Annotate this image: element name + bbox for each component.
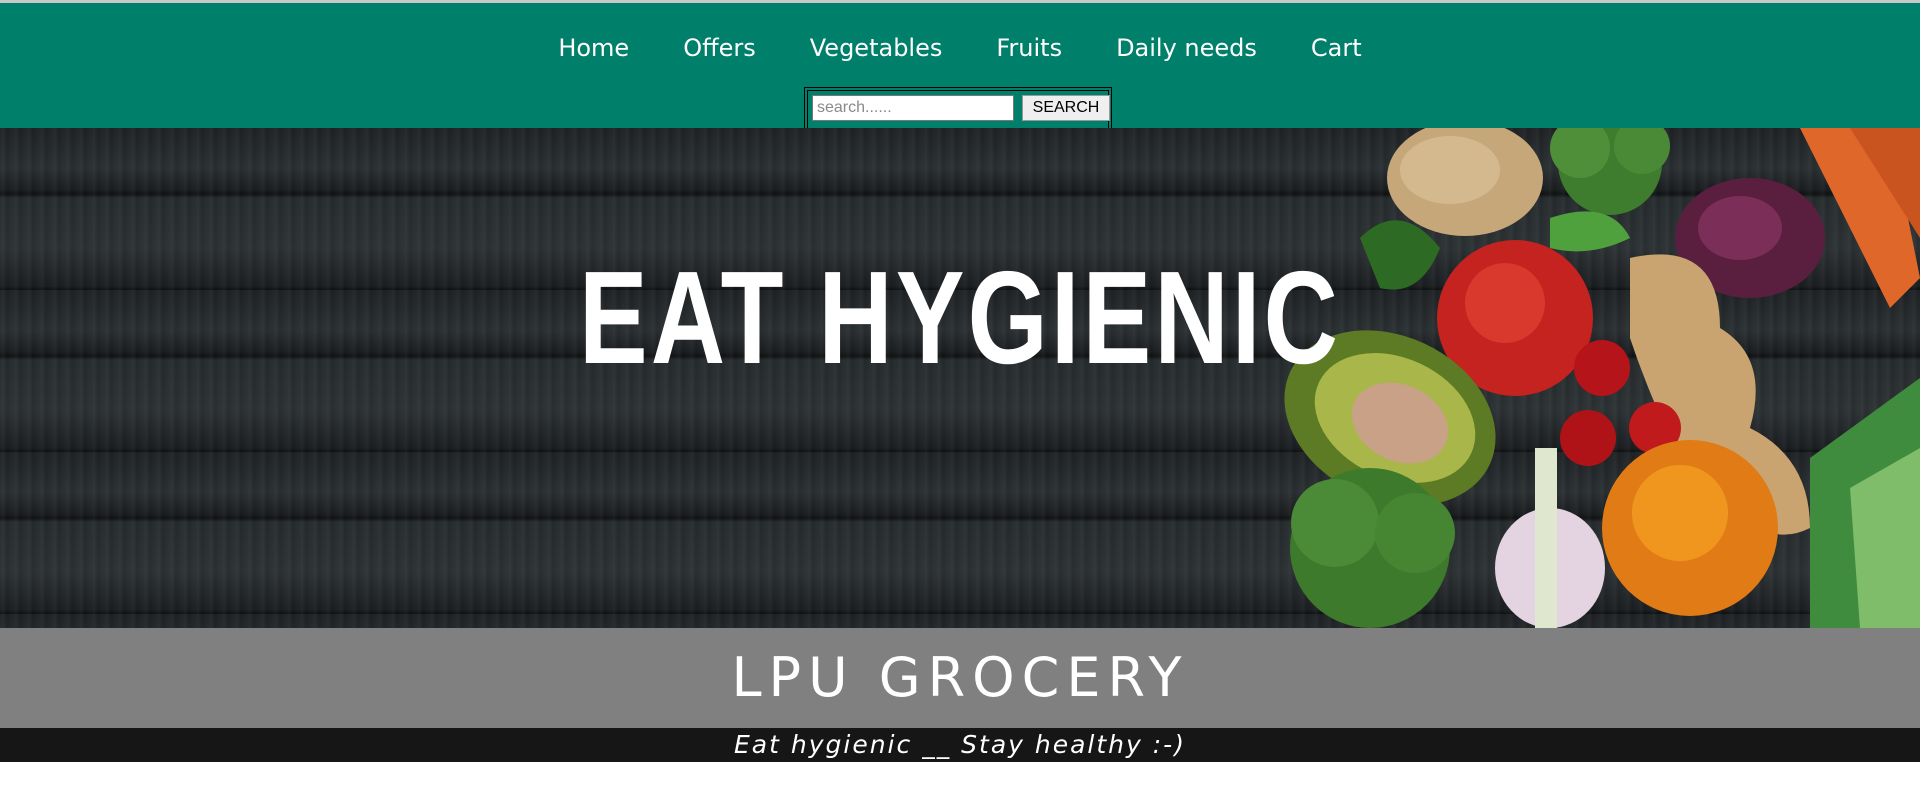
- nav-offers-link[interactable]: Offers: [683, 30, 756, 66]
- hero-banner: EAT HYGIENIC: [0, 128, 1920, 628]
- nav-vegetables-link[interactable]: Vegetables: [810, 30, 943, 66]
- nav-fruits-link[interactable]: Fruits: [996, 30, 1062, 66]
- tagline-bar: Eat hygienic __ Stay healthy :-): [0, 728, 1920, 762]
- nav-cart-link[interactable]: Cart: [1311, 30, 1362, 66]
- search-input[interactable]: [812, 95, 1014, 121]
- nav-daily-needs-link[interactable]: Daily needs: [1116, 30, 1257, 66]
- main-nav: Home Offers Vegetables Fruits Daily need…: [0, 30, 1920, 66]
- tagline: Eat hygienic __ Stay healthy :-): [734, 730, 1186, 759]
- nav-home-link[interactable]: Home: [558, 30, 629, 66]
- search-button[interactable]: SEARCH: [1022, 95, 1110, 121]
- brand-bar: LPU GROCERY: [0, 628, 1920, 728]
- hero-title: EAT HYGIENIC: [578, 244, 1342, 391]
- brand-title: LPU GROCERY: [731, 646, 1189, 709]
